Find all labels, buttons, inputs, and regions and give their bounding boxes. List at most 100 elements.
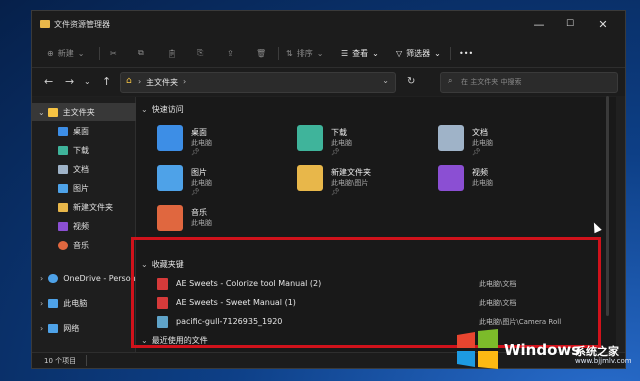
onedrive-icon [48,273,59,283]
pin-icon: 📌︎ [472,148,481,156]
window-title: 文件资源管理器 [54,20,110,29]
watermark-url: www.bjjmlv.com [575,357,632,365]
delete-button[interactable]: 🗑︎ [256,45,266,61]
quick-access-tile-desktop[interactable]: 桌面此电脑 📌︎ [157,125,287,161]
folder-icon [58,202,68,212]
section-header-quick-access[interactable]: ⌄ 快速访问 [141,104,184,115]
sidebar-item-onedrive[interactable]: › OneDrive - Person [32,269,143,287]
sidebar-item-label: OneDrive - Person [63,273,136,283]
navigation-pane: ⌄主文件夹 桌面📌︎ 下载📌︎ 文档📌︎ 图片📌︎ 新建文件夹📌︎ 视频 音乐 … [32,97,154,352]
pin-icon: 📌︎ [191,188,200,196]
sidebar-item-this-pc[interactable]: › 此电脑 [32,294,143,312]
sidebar-item-label: 图片 [73,183,89,193]
music-folder-icon [157,205,183,231]
rename-button[interactable]: ⎘ [197,45,203,61]
refresh-icon[interactable]: ↻ [407,76,415,87]
copy-button[interactable]: ⧉ [138,45,144,61]
filter-button[interactable]: ▽ 筛选器 ⌄ [396,45,441,61]
tile-name: 音乐 [191,208,207,217]
chevron-down-icon[interactable]: ⌄ [84,77,91,86]
filter-icon: ▽ [396,48,403,58]
paste-button[interactable]: 📋︎ [167,45,177,61]
search-input[interactable]: ⌕ 在 主文件夹 中搜索 [440,72,618,93]
highlight-box [131,237,601,348]
quick-access-tile-pictures[interactable]: 图片 此电脑 📌︎ [157,165,287,201]
pin-icon: 📌︎ [331,188,340,196]
address-bar[interactable]: ⌂ › 主文件夹 › ⌄ [120,72,396,93]
cut-button[interactable]: ✂ [110,45,117,61]
this-pc-icon [48,298,59,308]
paste-icon: 📋︎ [167,48,178,58]
sidebar-item-network[interactable]: › 网络 [32,319,143,337]
chevron-down-icon[interactable]: ⌄ [382,76,389,85]
search-placeholder: 在 主文件夹 中搜索 [461,78,522,86]
tile-name: 文档 [472,128,488,137]
share-icon: ⇪ [227,48,234,58]
tile-name: 桌面 [191,128,207,137]
tile-location: 此电脑 [191,139,212,147]
up-arrow-icon[interactable]: ↑ [102,75,111,88]
sidebar-item-label: 视频 [73,221,89,231]
scrollbar[interactable] [606,96,609,316]
more-button[interactable]: ••• [459,45,473,61]
command-bar: ⊕ 新建 ⌄ ✂ ⧉ 📋︎ ⎘ ⇪ 🗑︎ ⇅ 排序 ⌄ ☰ 查看 ⌄ ▽ 筛选器 ⌄ ••• [32,39,625,68]
sidebar-item-label: 文档 [73,164,89,174]
videos-folder-icon [438,165,464,191]
sidebar-item-label: 主文件夹 [62,107,95,117]
share-button[interactable]: ⇪ [227,45,234,61]
back-arrow-icon[interactable]: ← [44,75,53,88]
sidebar-item-label: 此电脑 [63,298,88,308]
view-button[interactable]: ☰ 查看 ⌄ [341,45,379,61]
plus-icon: ⊕ [47,48,54,58]
tile-location: 此电脑 [472,139,493,147]
chevron-down-icon: ⌄ [38,107,45,117]
chevron-right-icon: › [40,298,44,308]
divider [450,47,451,60]
sidebar-item-label: 下载 [73,145,89,155]
chevron-down-icon: ⌄ [77,48,85,58]
download-folder-icon [297,125,323,151]
home-icon: ⌂ [126,76,132,86]
network-icon [48,323,59,333]
pin-icon: 📌︎ [191,148,200,156]
chevron-down-icon: ⌄ [141,105,148,114]
rename-icon: ⎘ [197,48,204,57]
quick-access-tile-documents[interactable]: 文档此电脑 📌︎ [438,125,568,161]
explorer-icon [40,20,50,28]
forward-arrow-icon[interactable]: → [65,75,74,88]
windows-logo-icon [457,329,498,369]
cut-icon: ✂ [110,48,117,58]
filter-label: 筛选器 [406,48,431,58]
pictures-folder-icon [157,165,183,191]
videos-icon [58,221,68,231]
new-label: 新建 [57,48,74,58]
divider [99,47,100,60]
sidebar-item-home[interactable]: ⌄ 主文件夹 [32,103,141,121]
breadcrumb[interactable]: 主文件夹 [146,77,178,88]
tile-location: 此电脑\图片 [331,179,369,187]
quick-access-tile-videos[interactable]: 视频 此电脑 [438,165,568,201]
documents-folder-icon [438,125,464,151]
new-button[interactable]: ⊕ 新建 ⌄ [47,45,84,61]
trash-icon: 🗑︎ [256,48,267,58]
pin-icon: 📌︎ [331,148,340,156]
section-title: 快速访问 [151,105,184,114]
music-icon [58,240,68,250]
folder-icon [297,165,323,191]
chevron-down-icon: ⌄ [372,48,379,58]
sort-button[interactable]: ⇅ 排序 ⌄ [286,45,323,61]
home-icon [47,107,58,117]
tile-name: 视频 [472,168,488,177]
quick-access-tile-music[interactable]: 音乐 此电脑 [157,205,287,241]
close-button[interactable]: ✕ [588,15,618,33]
maximize-button[interactable]: ☐ [555,15,585,33]
minimize-button[interactable]: — [524,15,554,33]
sidebar-item-label: 桌面 [73,126,89,136]
quick-access-tile-downloads[interactable]: 下载 此电脑 📌︎ [297,125,427,161]
title-bar[interactable]: 文件资源管理器 — ☐ ✕ [32,11,625,39]
divider [86,355,87,366]
tile-name: 新建文件夹 [331,168,371,177]
breadcrumb-separator-icon: › [138,77,142,86]
download-icon [58,145,68,155]
quick-access-tile-new-folder[interactable]: 新建文件夹此电脑\图片 📌︎ [297,165,427,201]
